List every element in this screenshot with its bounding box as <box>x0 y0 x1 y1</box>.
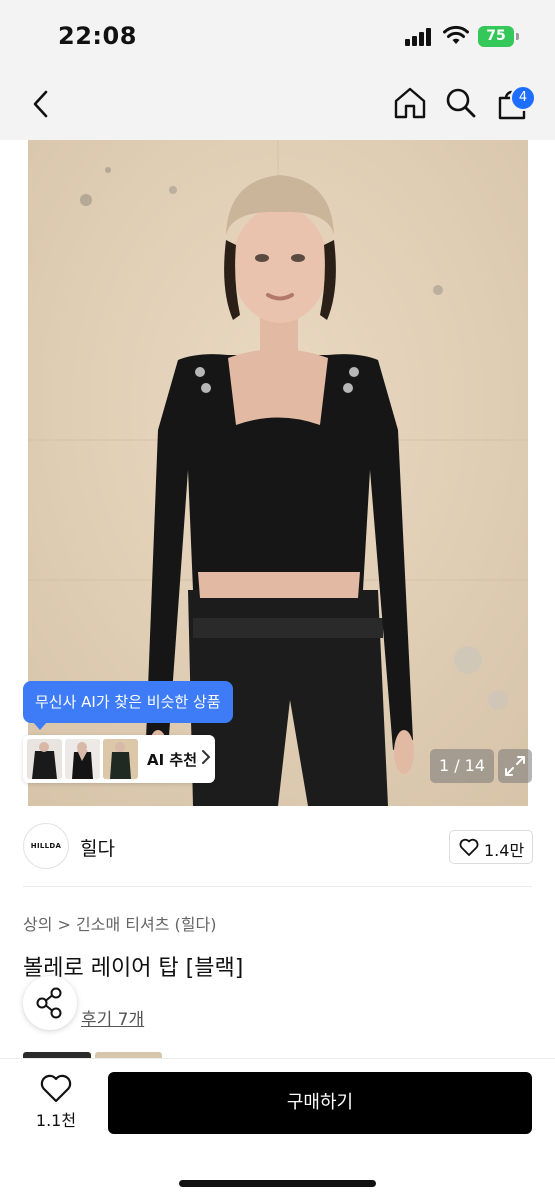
signal-icon <box>405 28 435 46</box>
breadcrumb[interactable]: 상의 > 긴소매 티셔츠 (힐다) <box>23 911 216 935</box>
ai-thumb-2 <box>65 739 100 779</box>
chevron-right-icon <box>201 749 211 769</box>
heart-icon <box>459 838 479 860</box>
status-time: 22:08 <box>58 22 137 50</box>
wishlist-heart-icon[interactable] <box>40 1073 72 1107</box>
ai-recommend-button[interactable]: AI 추천 <box>23 735 215 783</box>
nav-bar <box>0 70 555 140</box>
buy-button[interactable]: 구매하기 <box>108 1072 532 1134</box>
home-icon[interactable] <box>393 86 427 124</box>
expand-icon[interactable] <box>498 749 532 783</box>
wishlist-count: 1.1천 <box>35 1111 77 1130</box>
ai-tooltip-tail <box>33 722 47 730</box>
share-icon <box>36 987 62 1019</box>
battery-tip <box>516 33 519 40</box>
brand-name[interactable]: 힐다 <box>80 834 115 861</box>
ai-thumb-1 <box>27 739 62 779</box>
battery-icon: 75 <box>478 26 514 47</box>
search-icon[interactable] <box>445 87 477 123</box>
back-icon[interactable] <box>28 88 54 124</box>
status-bar: 22:08 75 <box>0 0 555 70</box>
brand-logo[interactable]: HILLDA <box>23 823 69 869</box>
image-page-counter: 1 / 14 <box>430 749 494 783</box>
brand-like-count: 1.4만 <box>484 841 525 860</box>
home-indicator <box>179 1180 376 1187</box>
ai-recommend-label: AI 추천 <box>147 751 198 769</box>
cart-badge: 4 <box>510 85 536 111</box>
share-button[interactable] <box>23 976 77 1030</box>
brand-like-button[interactable]: 1.4만 <box>449 830 533 864</box>
review-link[interactable]: 후기 7개 <box>81 1005 144 1030</box>
divider <box>23 886 532 887</box>
wifi-icon <box>443 24 469 46</box>
ai-thumb-3 <box>103 739 138 779</box>
ai-similar-tooltip: 무신사 AI가 찾은 비슷한 상품 <box>23 681 233 723</box>
